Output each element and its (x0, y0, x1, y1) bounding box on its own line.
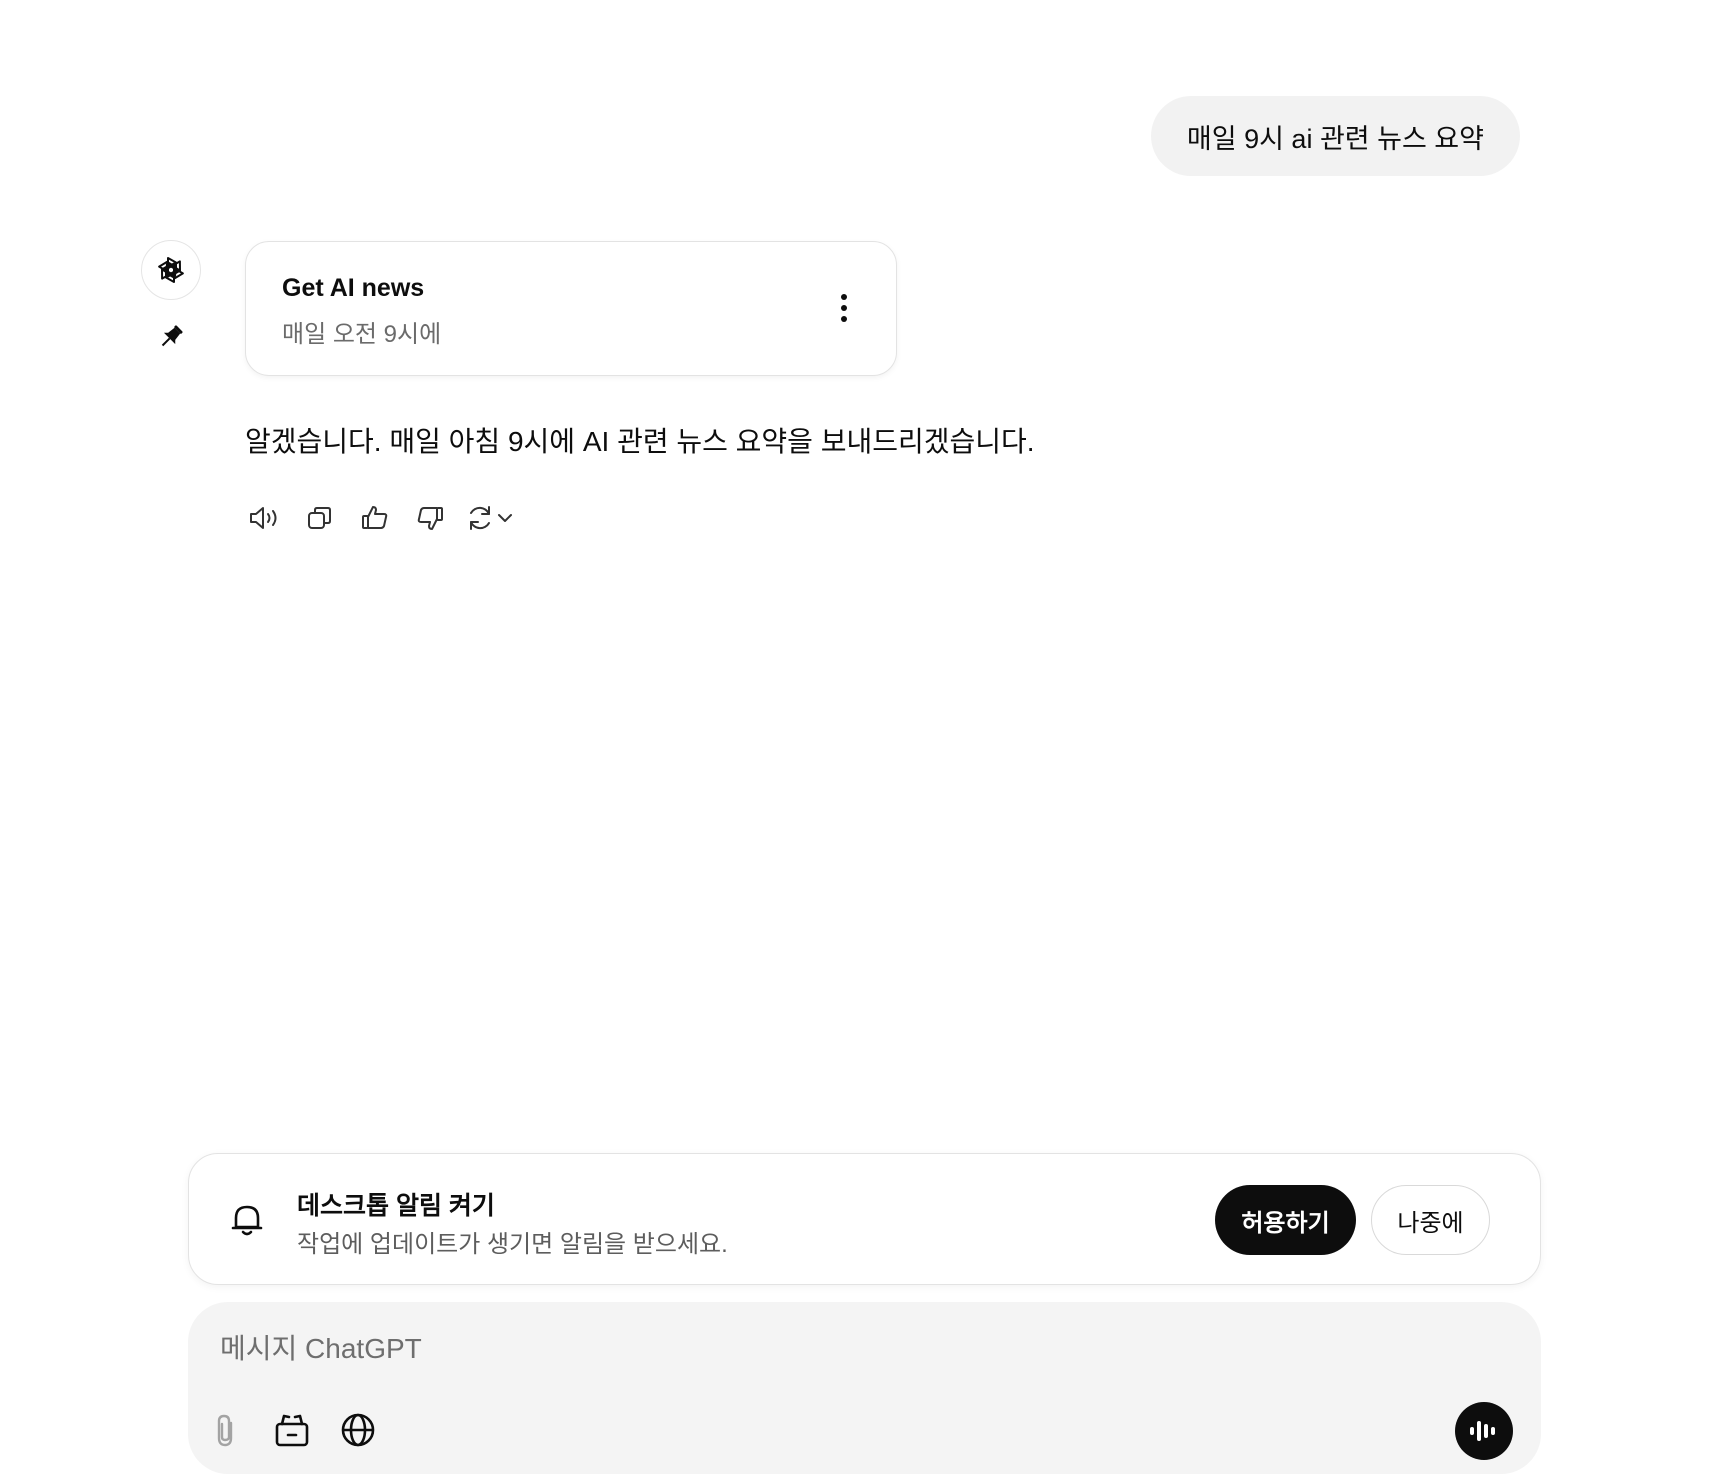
voice-mode-icon (1470, 1421, 1495, 1441)
globe-icon (341, 1413, 375, 1447)
notification-description: 작업에 업데이트가 생기면 알림을 받으세요. (297, 1231, 728, 1258)
regenerate-icon (470, 506, 490, 530)
user-message-text: 매일 9시 ai 관련 뉴스 요약 (1186, 123, 1484, 154)
later-button[interactable]: 나중에 (1371, 1185, 1490, 1255)
tools-icon (275, 1414, 309, 1447)
thumbs-up-button[interactable] (355, 498, 395, 538)
pin-icon (156, 322, 186, 352)
copy-icon (308, 507, 331, 529)
copy-button[interactable] (300, 498, 340, 538)
message-input[interactable] (220, 1326, 1320, 1372)
read-aloud-button[interactable] (245, 498, 285, 538)
web-search-button[interactable] (336, 1408, 380, 1452)
assistant-avatar (141, 240, 201, 300)
message-actions (245, 498, 527, 538)
allow-button[interactable]: 허용하기 (1215, 1185, 1356, 1255)
message-composer (188, 1302, 1541, 1474)
chat-page: 매일 9시 ai 관련 뉴스 요약 Get AI news 매일 오전 9시에 … (0, 0, 1712, 1474)
openai-logo-icon (158, 257, 184, 283)
thumbs-down-button[interactable] (410, 498, 450, 538)
task-schedule: 매일 오전 9시에 (282, 321, 442, 348)
scheduled-task-card[interactable]: Get AI news 매일 오전 9시에 (245, 241, 897, 376)
regenerate-button[interactable] (465, 498, 527, 538)
voice-mode-button[interactable] (1455, 1402, 1513, 1460)
more-vertical-icon[interactable] (828, 286, 860, 330)
assistant-reply-text: 알겠습니다. 매일 아침 9시에 AI 관련 뉴스 요약을 보내드리겠습니다. (245, 426, 1035, 457)
chevron-down-icon (498, 514, 512, 522)
thumbs-up-icon (362, 506, 388, 529)
tools-button[interactable] (270, 1408, 314, 1452)
user-message-bubble: 매일 9시 ai 관련 뉴스 요약 (1150, 96, 1520, 176)
read-aloud-icon (250, 507, 277, 529)
notification-title: 데스크톱 알림 켜기 (297, 1192, 495, 1220)
attach-button[interactable] (204, 1408, 248, 1452)
task-title: Get AI news (282, 274, 425, 302)
thumbs-down-icon (417, 507, 443, 530)
desktop-notification-banner: 데스크톱 알림 켜기 작업에 업데이트가 생기면 알림을 받으세요. 허용하기 … (188, 1153, 1541, 1285)
bell-icon (231, 1205, 263, 1236)
attach-icon (217, 1414, 233, 1447)
